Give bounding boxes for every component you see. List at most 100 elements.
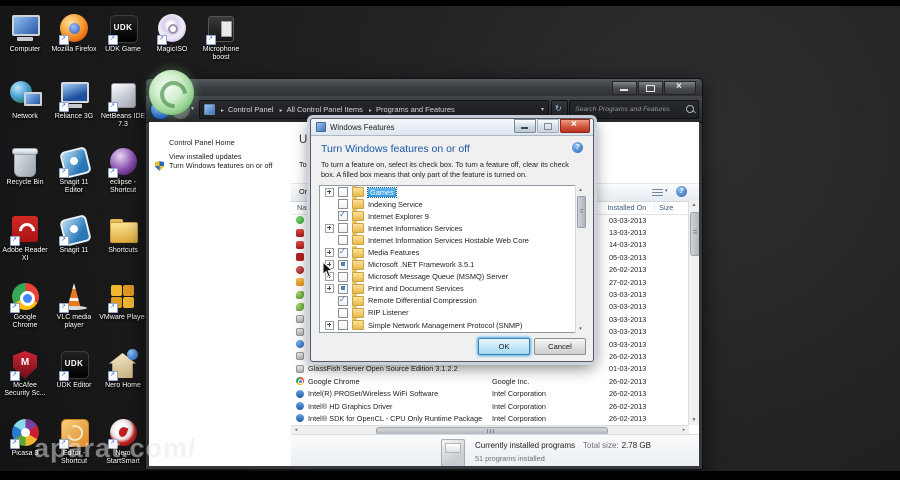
feature-checkbox[interactable] <box>338 199 348 210</box>
program-row[interactable]: Intel® HD Graphics Driver Intel Corporat… <box>291 400 689 412</box>
breadcrumb-item[interactable]: Control Panel <box>228 105 273 114</box>
feature-row[interactable]: Print and Document Services <box>320 281 584 295</box>
expand-plus-icon[interactable] <box>325 223 334 233</box>
feature-label[interactable]: Internet Information Services <box>368 224 462 233</box>
change-view-button[interactable] <box>652 188 668 197</box>
breadcrumb-item[interactable]: All Control Panel Items <box>287 105 363 114</box>
feature-label[interactable]: RIP Listener <box>368 308 409 317</box>
program-row[interactable]: Intel(R) PROSet/Wireless WiFi Software I… <box>291 387 689 399</box>
feature-row[interactable]: Internet Information Services <box>320 221 584 234</box>
feature-checkbox[interactable] <box>338 283 348 294</box>
feature-checkbox[interactable] <box>338 247 348 258</box>
desktop-icon[interactable]: Shortcuts <box>99 214 147 255</box>
recent-pages-dropdown-icon[interactable] <box>191 105 194 112</box>
scrollbar-thumb[interactable] <box>577 196 586 228</box>
breadcrumb-item[interactable]: Programs and Features <box>376 105 455 114</box>
feature-row[interactable]: Indexing Service <box>320 197 584 210</box>
feature-checkbox[interactable] <box>338 271 348 282</box>
feature-label[interactable]: Media Features <box>368 248 419 257</box>
desktop-icon[interactable]: Recycle Bin <box>1 146 49 187</box>
expand-plus-icon[interactable] <box>325 187 334 197</box>
ok-button[interactable]: OK <box>478 338 530 355</box>
program-installed-on: 13-03-2013 <box>609 228 647 238</box>
feature-label[interactable]: Print and Document Services <box>368 284 464 293</box>
dialog-minimize-button[interactable] <box>514 119 536 133</box>
window-titlebar[interactable] <box>146 79 702 96</box>
program-row[interactable]: Google Chrome Google Inc. 26-02-2013 <box>291 375 689 387</box>
scroll-up-icon[interactable] <box>689 200 699 210</box>
dialog-close-button[interactable] <box>560 119 590 133</box>
feature-checkbox[interactable] <box>338 259 348 270</box>
program-row[interactable]: GlassFish Server Open Source Edition 3.1… <box>291 363 689 375</box>
desktop-icon[interactable]: Snagit 11 Editor <box>50 146 98 195</box>
features-scrollbar[interactable] <box>575 185 586 333</box>
dialog-help-icon[interactable] <box>572 142 583 153</box>
feature-row[interactable]: Microsoft Message Queue (MSMQ) Server <box>320 269 584 283</box>
address-dropdown-icon[interactable] <box>541 106 544 113</box>
feature-checkbox[interactable] <box>338 295 348 306</box>
feature-row[interactable]: Internet Explorer 9 <box>320 209 584 222</box>
desktop-icon[interactable]: NetBeans IDE 7.3 <box>99 80 147 129</box>
desktop-icon[interactable]: Mozilla Firefox <box>50 13 98 54</box>
program-row[interactable]: Intel® SDK for OpenCL - CPU Only Runtime… <box>291 412 689 424</box>
desktop-icon[interactable]: Network <box>1 80 49 121</box>
feature-row[interactable]: Remote Differential Compression <box>320 293 584 307</box>
desktop-icon[interactable]: Nero Home <box>99 349 147 390</box>
desktop-icon[interactable]: UDK Game <box>99 13 147 54</box>
scroll-up-icon[interactable] <box>576 185 585 194</box>
feature-checkbox[interactable] <box>338 307 348 318</box>
expand-plus-icon[interactable] <box>325 284 334 294</box>
dialog-titlebar[interactable]: Windows Features <box>311 119 593 136</box>
feature-label[interactable]: Microsoft Message Queue (MSMQ) Server <box>368 272 508 281</box>
breadcrumb[interactable]: Control Panel All Control Panel Items Pr… <box>199 100 549 119</box>
feature-row[interactable]: RIP Listener <box>320 305 584 319</box>
feature-label[interactable]: Microsoft .NET Framework 3.5.1 <box>368 260 474 269</box>
desktop-icon[interactable]: Snagit 11 <box>50 214 98 255</box>
feature-label[interactable]: Remote Differential Compression <box>368 296 477 305</box>
maximize-button[interactable] <box>638 81 663 95</box>
feature-label[interactable]: Simple Network Management Protocol (SNMP… <box>368 321 522 330</box>
desktop-icon[interactable]: Computer <box>1 13 49 54</box>
feature-row[interactable]: Media Features <box>320 245 584 258</box>
desktop-icon[interactable]: VLC media player <box>50 281 98 330</box>
desktop-icon[interactable]: Reliance 3G <box>50 80 98 121</box>
help-icon[interactable] <box>676 186 687 197</box>
desktop-icon[interactable]: McAfee Security Sc... <box>1 349 49 398</box>
vertical-scrollbar[interactable] <box>688 200 699 425</box>
desktop-icon[interactable]: VMware Player <box>99 281 147 322</box>
feature-label[interactable]: Internet Explorer 9 <box>368 212 429 221</box>
desktop-icon[interactable]: eclipse - Shortcut <box>99 146 147 195</box>
close-button[interactable] <box>664 81 696 95</box>
sidebar-task-link[interactable]: View installed updates <box>149 152 281 161</box>
search-input[interactable] <box>573 102 682 117</box>
feature-row[interactable]: Simple Network Management Protocol (SNMP… <box>320 318 584 331</box>
feature-row[interactable]: Microsoft .NET Framework 3.5.1 <box>320 257 584 271</box>
desktop-icon[interactable]: Adobe Reader XI <box>1 214 49 263</box>
expand-plus-icon[interactable] <box>325 320 334 330</box>
feature-label[interactable]: Indexing Service <box>368 200 423 209</box>
feature-label[interactable]: Internet Information Services Hostable W… <box>368 236 529 245</box>
feature-row[interactable]: Internet Information Services Hostable W… <box>320 233 584 246</box>
desktop-icon[interactable]: MagicISO <box>148 13 196 54</box>
desktop-icon[interactable]: Microphone boost <box>197 13 245 62</box>
feature-checkbox[interactable] <box>338 235 348 246</box>
feature-checkbox[interactable] <box>338 210 348 222</box>
feature-checkbox[interactable] <box>338 223 348 234</box>
cancel-button[interactable]: Cancel <box>534 338 586 355</box>
feature-row[interactable]: Games <box>320 186 584 198</box>
desktop-icon[interactable]: Google Chrome <box>1 281 49 330</box>
scrollbar-thumb[interactable] <box>690 212 699 256</box>
column-size[interactable]: Size <box>655 203 689 212</box>
feature-label[interactable]: Games <box>367 186 397 198</box>
scroll-down-icon[interactable] <box>576 324 585 333</box>
sidebar-task-link[interactable]: Turn Windows features on or off <box>149 161 281 171</box>
feature-checkbox[interactable] <box>338 320 348 331</box>
feature-checkbox[interactable] <box>338 187 348 198</box>
refresh-button[interactable] <box>551 100 568 119</box>
column-installed-on[interactable]: Installed On <box>603 202 656 212</box>
sidebar-task-link[interactable]: Control Panel Home <box>149 138 281 147</box>
minimize-button[interactable] <box>612 81 637 95</box>
desktop-icon[interactable]: UDK Editor <box>50 349 98 390</box>
expand-plus-icon[interactable] <box>325 248 334 258</box>
scroll-down-icon[interactable] <box>689 415 699 425</box>
